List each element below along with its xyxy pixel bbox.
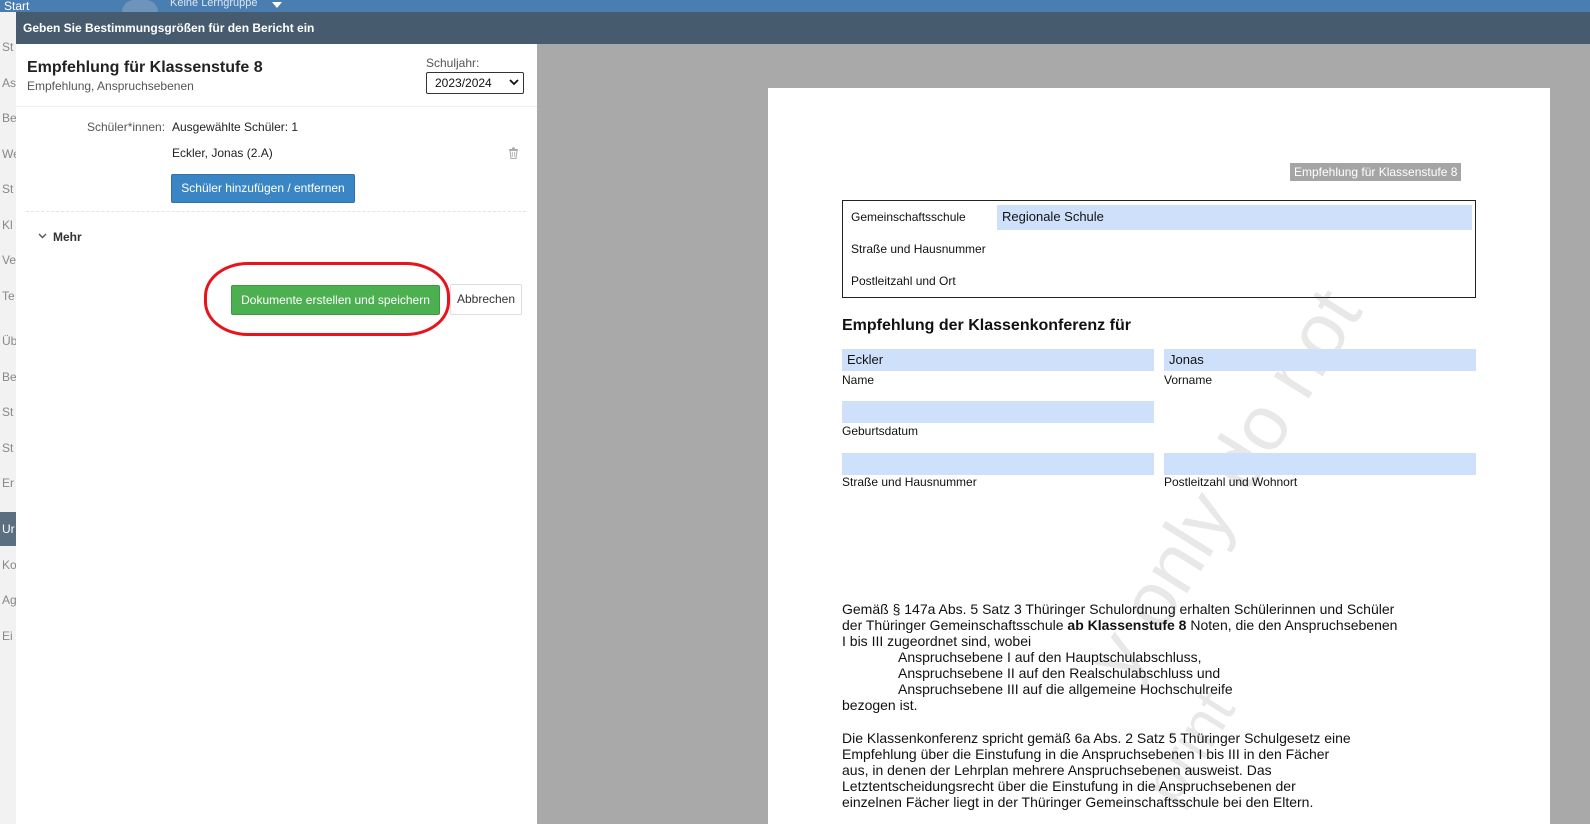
dialog-title: Geben Sie Bestimmungsgrößen für den Beri…: [23, 21, 315, 35]
report-parameters-panel: Empfehlung für Klassenstufe 8 Empfehlung…: [16, 44, 537, 824]
recommendation-heading: Empfehlung der Klassenkonferenz für: [842, 317, 1131, 334]
background-sidebar-item[interactable]: Te: [2, 289, 16, 303]
legal-paragraph-1: Gemäß § 147a Abs. 5 Satz 3 Thüringer Sch…: [842, 601, 1402, 713]
background-sidebar-item-label: Ur: [2, 522, 15, 536]
header-divider: [16, 106, 537, 107]
selected-students-count: Ausgewählte Schüler: 1: [172, 120, 299, 134]
section-divider: [26, 211, 526, 212]
document-preview-page[interactable]: y only do not print Empfehlung für Klass…: [768, 88, 1550, 824]
background-sidebar-item[interactable]: Be: [2, 111, 16, 125]
student-postal-label: Postleitzahl und Wohnort: [1164, 475, 1298, 489]
background-group-selector[interactable]: Keine Lerngruppe: [170, 0, 257, 9]
school-year-value: 2023/2024: [435, 76, 492, 90]
first-name-label: Vorname: [1164, 373, 1213, 387]
document-title-badge: Empfehlung für Klassenstufe 8: [1290, 163, 1462, 181]
first-name-field[interactable]: Jonas: [1164, 349, 1476, 371]
dialog-header: Geben Sie Bestimmungsgrößen für den Beri…: [16, 12, 1590, 44]
background-sidebar-item[interactable]: Ko: [2, 558, 16, 572]
school-info-box: Gemeinschaftsschule Regionale Schule Str…: [842, 200, 1476, 298]
more-toggle[interactable]: Mehr: [53, 230, 82, 244]
birthdate-label: Geburtsdatum: [842, 424, 919, 438]
background-sidebar-item[interactable]: Ei: [2, 629, 16, 643]
background-sidebar-item[interactable]: St: [2, 40, 16, 54]
background-sidebar-item[interactable]: As: [2, 76, 16, 90]
create-and-save-documents-button[interactable]: Dokumente erstellen und speichern: [231, 285, 440, 315]
student-postal-field[interactable]: [1164, 453, 1476, 475]
background-sidebar-item[interactable]: St: [2, 441, 16, 455]
birthdate-field[interactable]: [842, 401, 1154, 423]
background-sidebar-item-active[interactable]: Ur: [0, 512, 16, 546]
school-type-label: Gemeinschaftsschule: [851, 210, 966, 224]
add-remove-students-button[interactable]: Schüler hinzufügen / entfernen: [171, 174, 355, 203]
school-street-label: Straße und Hausnummer: [851, 242, 986, 256]
background-sidebar-item[interactable]: Üb: [2, 334, 16, 348]
student-entry: Eckler, Jonas (2.A): [172, 146, 273, 160]
report-subtitle: Empfehlung, Anspruchsebenen: [27, 79, 194, 93]
report-title: Empfehlung für Klassenstufe 8: [27, 59, 263, 76]
school-type-field[interactable]: Regionale Schule: [997, 205, 1472, 230]
last-name-field[interactable]: Eckler: [842, 349, 1154, 371]
students-label: Schüler*innen:: [87, 120, 166, 134]
school-postal-label: Postleitzahl und Ort: [851, 274, 956, 288]
chevron-down-icon: [509, 79, 519, 86]
paragraph-text: bezogen ist.: [842, 697, 918, 713]
background-sidebar-item[interactable]: We: [2, 147, 16, 161]
list-item: Anspruchsebene I auf den Hauptschulabsch…: [898, 649, 1202, 665]
student-street-label: Straße und Hausnummer: [842, 475, 977, 489]
background-sidebar-item[interactable]: St: [2, 182, 16, 196]
graduation-cap-icon: [122, 0, 158, 12]
last-name-label: Name: [842, 373, 875, 387]
school-year-label: Schuljahr:: [426, 56, 480, 70]
background-sidebar-item[interactable]: Ve: [2, 253, 16, 267]
background-sidebar-item[interactable]: Kl: [2, 218, 16, 232]
chevron-down-icon[interactable]: [38, 233, 47, 239]
list-item: Anspruchsebene III auf die allgemeine Ho…: [898, 681, 1233, 697]
background-sidebar-item[interactable]: Ag: [2, 593, 16, 607]
legal-paragraph-2: Die Klassenkonferenz spricht gemäß 6a Ab…: [842, 730, 1351, 810]
caret-down-icon[interactable]: [272, 2, 282, 8]
trash-icon[interactable]: [508, 147, 519, 159]
cancel-button[interactable]: Abbrechen: [450, 284, 522, 315]
paragraph-bold-text: ab Klassenstufe 8: [1067, 617, 1187, 633]
list-item: Anspruchsebene II auf den Realschulabsch…: [898, 665, 1221, 681]
background-sidebar-item[interactable]: St: [2, 405, 16, 419]
school-year-select[interactable]: 2023/2024: [426, 72, 524, 94]
student-street-field[interactable]: [842, 453, 1154, 475]
background-sidebar-item[interactable]: Er: [2, 476, 16, 490]
background-sidebar-item[interactable]: Be: [2, 370, 16, 384]
